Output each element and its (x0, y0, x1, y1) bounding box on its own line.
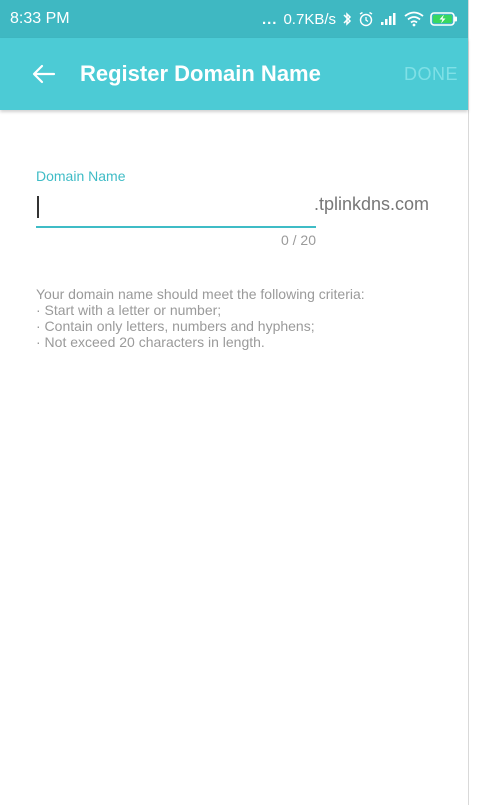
done-button[interactable]: DONE (404, 64, 458, 85)
wifi-icon (404, 11, 424, 27)
status-bar: 8:33 PM ... 0.7KB/s (0, 0, 468, 38)
criteria-item: · Start with a letter or number; (36, 302, 222, 318)
back-button[interactable] (14, 38, 74, 110)
bluetooth-icon (342, 11, 352, 27)
screen: 8:33 PM ... 0.7KB/s Register Domain Name… (0, 0, 469, 805)
battery-charging-icon (430, 11, 458, 27)
status-icons: ... 0.7KB/s (262, 11, 458, 28)
input-underline (36, 226, 316, 228)
text-cursor (37, 196, 39, 218)
status-time: 8:33 PM (10, 10, 70, 27)
criteria-intro: Your domain name should meet the followi… (36, 286, 365, 302)
network-speed: 0.7KB/s (283, 10, 336, 28)
domain-name-label: Domain Name (36, 168, 126, 184)
criteria-item: · Contain only letters, numbers and hyph… (36, 318, 315, 334)
domain-suffix: .tplinkdns.com (314, 194, 430, 214)
criteria-text: Your domain name should meet the followi… (36, 286, 450, 350)
app-bar: Register Domain Name DONE (0, 38, 468, 110)
criteria-item: · Not exceed 20 characters in length. (36, 334, 265, 350)
alarm-icon (358, 11, 374, 27)
domain-name-field[interactable]: .tplinkdns.com (36, 192, 450, 228)
register-form: Domain Name .tplinkdns.com 0 / 20 Your d… (0, 110, 468, 350)
back-arrow-icon (32, 64, 56, 84)
page-title: Register Domain Name (80, 61, 321, 86)
signal-icon (380, 12, 398, 26)
character-counter: 0 / 20 (280, 232, 316, 248)
status-dots: ... (261, 10, 278, 28)
